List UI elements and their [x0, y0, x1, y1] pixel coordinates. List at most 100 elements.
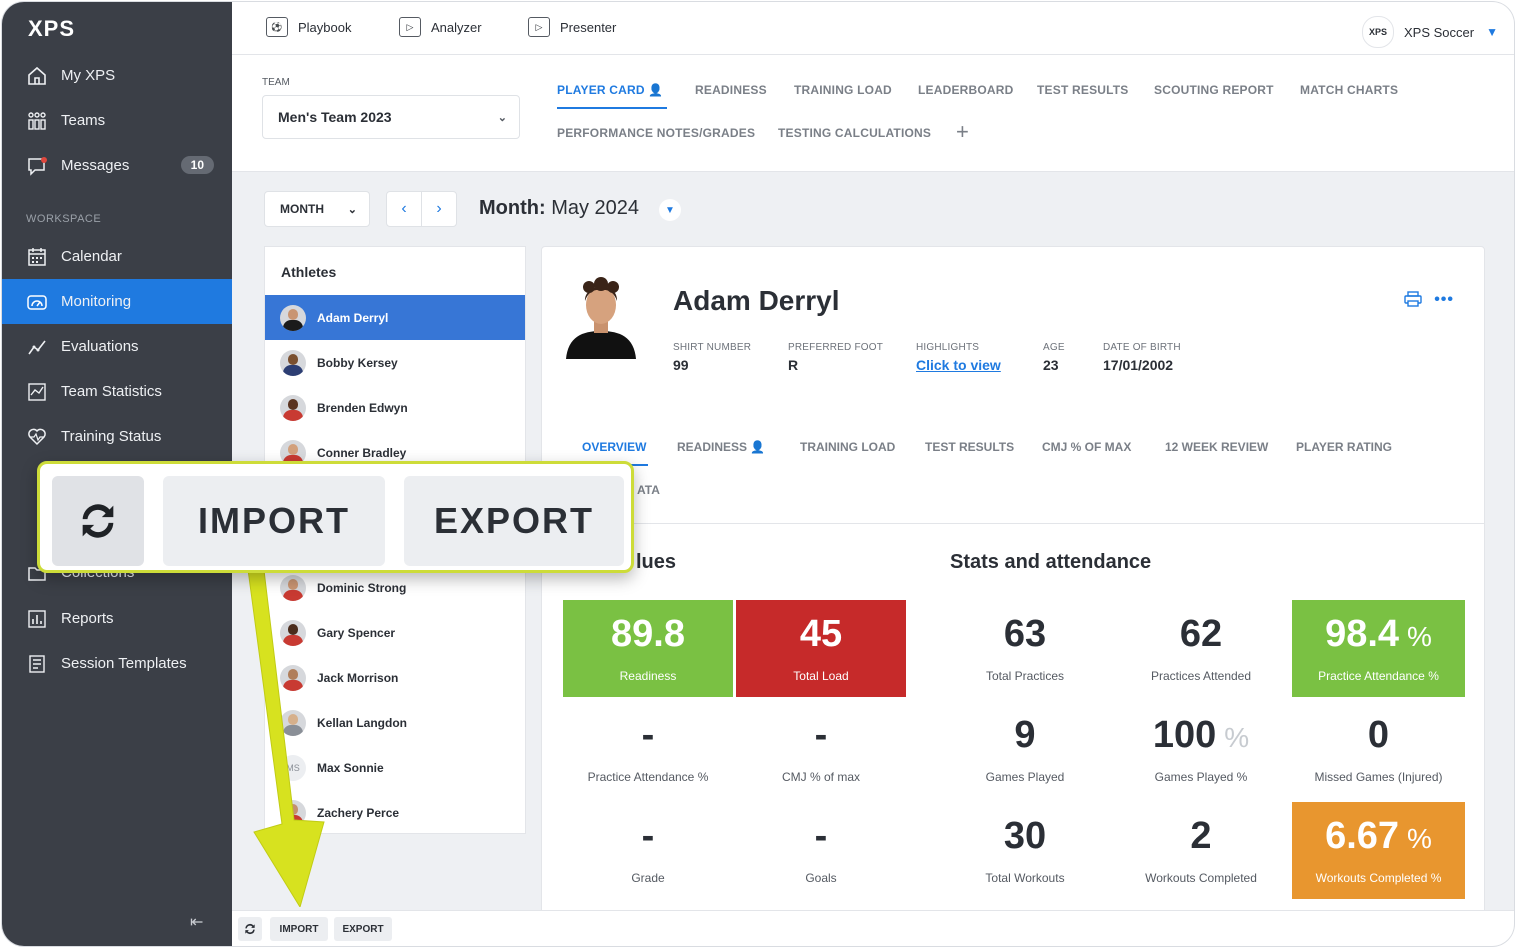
sidebar-item-calendar[interactable]: Calendar [2, 234, 232, 279]
info-highlights: HIGHLIGHTS Click to view [916, 342, 1001, 373]
zoomed-refresh-button [52, 476, 144, 566]
player-name: Adam Derryl [673, 285, 840, 316]
tab-leaderboard[interactable]: LEADERBOARD [918, 83, 1014, 97]
divider [542, 523, 1484, 524]
workspace-section-label: WORKSPACE [26, 213, 102, 225]
top-bar: ⚽ Playbook ▷ Analyzer ▷ Presenter XPS XPS S… [232, 2, 1514, 55]
tab-training-load[interactable]: TRAINING LOAD [794, 83, 892, 97]
topnav-label: Analyzer [431, 19, 482, 35]
athlete-row[interactable]: Adam Derryl [265, 295, 525, 340]
sidebar-item-label: Teams [61, 112, 106, 129]
person-icon: 👤 [750, 440, 766, 454]
team-select[interactable]: Men's Team 2023 ⌄ [262, 95, 520, 139]
stat-tile-practice-attendance: - Practice Attendance % [587, 713, 709, 784]
sidebar-item-label: Messages [61, 157, 130, 174]
tab-testing-calculations[interactable]: TESTING CALCULATIONS [778, 126, 931, 140]
sidebar-item-label: My XPS [61, 67, 116, 84]
topnav-presenter[interactable]: ▷ Presenter [528, 17, 616, 37]
sidebar-item-messages[interactable]: Messages 10 [2, 143, 232, 188]
tab-performance-notes[interactable]: PERFORMANCE NOTES/GRADES [557, 126, 755, 140]
presenter-icon: ▷ [528, 17, 550, 37]
athlete-name: Brenden Edwyn [317, 400, 408, 415]
sidebar-item-teams[interactable]: Teams [2, 98, 232, 143]
stats-section-title: Stats and attendance [950, 551, 1152, 573]
refresh-icon [245, 923, 255, 935]
sidebar-item-label: Team Statistics [61, 383, 162, 400]
sidebar-item-label: Training Status [61, 428, 162, 445]
analyzer-icon: ▷ [399, 17, 421, 37]
tab-readiness[interactable]: READINESS [695, 83, 767, 97]
topnav-analyzer[interactable]: ▷ Analyzer [399, 17, 482, 37]
month-picker-chevron-icon[interactable]: ▼ [659, 199, 681, 221]
tab-match-charts[interactable]: MATCH CHARTS [1300, 83, 1398, 97]
tab-readiness[interactable]: READINESS 👤 [677, 440, 765, 454]
active-tab-indicator [557, 107, 667, 109]
highlights-link[interactable]: Click to view [916, 357, 1001, 373]
sidebar-item-my-xps[interactable]: My XPS [2, 53, 232, 98]
tab-overview[interactable]: OVERVIEW [582, 440, 646, 454]
avatar [280, 394, 306, 421]
xps-logo[interactable]: XPS [28, 16, 75, 42]
stat-tile-games-played-pct: 100% Games Played % [1152, 713, 1250, 784]
previous-month-button[interactable]: ‹ [386, 191, 422, 227]
export-button[interactable]: EXPORT [334, 917, 392, 941]
import-button[interactable]: IMPORT [270, 917, 328, 941]
stat-tile-practices-attended: 62 Practices Attended [1150, 612, 1252, 683]
team-label: TEAM [262, 77, 290, 88]
person-icon: 👤 [648, 83, 664, 97]
values-section-title: lues [636, 551, 677, 573]
stat-tile-workouts-completed: 2 Workouts Completed [1145, 814, 1257, 885]
messages-count-badge: 10 [180, 156, 214, 174]
stat-tile-missed-games: 0 Missed Games (Injured) [1314, 713, 1443, 784]
collapse-sidebar-icon[interactable]: ⇤ [190, 912, 203, 932]
templates-icon [26, 653, 48, 675]
tab-player-rating[interactable]: PLAYER RATING [1296, 440, 1392, 454]
more-options-icon[interactable]: ••• [1434, 291, 1454, 309]
sidebar-item-evaluations[interactable]: Evaluations [2, 324, 232, 369]
tab-test-results[interactable]: TEST RESULTS [1037, 83, 1129, 97]
team-select-value: Men's Team 2023 [278, 109, 392, 125]
next-month-button[interactable]: › [421, 191, 457, 227]
print-icon[interactable] [1404, 291, 1422, 307]
callout-arrow [246, 562, 325, 907]
tab-player-card[interactable]: PLAYER CARD 👤 [557, 83, 663, 97]
month-title: Month: May 2024 [479, 197, 639, 220]
sidebar-item-label: Reports [61, 610, 114, 627]
tab-12-week-review[interactable]: 12 WEEK REVIEW [1165, 440, 1268, 454]
tab-data[interactable]: ATA [637, 483, 660, 497]
account-menu[interactable]: XPS XPS Soccer ▼ [1362, 16, 1498, 48]
sidebar-item-label: Evaluations [61, 338, 139, 355]
page-header: TEAM Men's Team 2023 ⌄ PLAYER CARD 👤 REA… [232, 55, 1514, 172]
player-portrait [566, 277, 636, 359]
stat-tile-workouts-completed-pct: 6.67% Workouts Completed % [1292, 802, 1465, 899]
sidebar-item-reports[interactable]: Reports [2, 596, 232, 641]
info-shirt-number: SHIRT NUMBER 99 [673, 342, 752, 373]
tab-label: PLAYER CARD [557, 83, 645, 97]
topnav-playbook[interactable]: ⚽ Playbook [266, 17, 351, 37]
tab-test-results[interactable]: TEST RESULTS [925, 440, 1014, 454]
stats-icon [26, 381, 48, 403]
stat-tile-games-played: 9 Games Played [985, 713, 1065, 784]
month-value: May 2024 [551, 197, 640, 219]
sidebar-item-team-statistics[interactable]: Team Statistics [2, 369, 232, 414]
tab-cmj-of-max[interactable]: CMJ % OF MAX [1042, 440, 1131, 454]
sidebar-item-label: Session Templates [61, 655, 187, 672]
reports-icon [26, 608, 48, 630]
refresh-button[interactable] [238, 917, 262, 941]
tab-training-load[interactable]: TRAINING LOAD [800, 440, 895, 454]
playbook-icon: ⚽ [266, 17, 288, 37]
athlete-row[interactable]: Brenden Edwyn [265, 385, 525, 430]
period-select[interactable]: MONTH ⌄ [264, 191, 370, 227]
tab-scouting-report[interactable]: SCOUTING REPORT [1154, 83, 1274, 97]
sidebar-item-training-status[interactable]: Training Status [2, 414, 232, 459]
zoom-callout: IMPORT EXPORT [37, 461, 634, 573]
stat-tile-grade: - Grade [631, 814, 665, 885]
sidebar-item-monitoring[interactable]: Monitoring [2, 279, 232, 324]
app-window: XPS My XPS Teams Messages 10 WORKSPACE C… [2, 2, 1514, 946]
sidebar-item-session-templates[interactable]: Session Templates [2, 641, 232, 686]
add-tab-icon[interactable]: + [956, 119, 969, 145]
chevron-down-icon: ⌄ [347, 203, 357, 216]
athlete-row[interactable]: Bobby Kersey [265, 340, 525, 385]
home-icon [26, 65, 48, 87]
stat-tile-readiness: 89.8 Readiness [563, 600, 733, 697]
